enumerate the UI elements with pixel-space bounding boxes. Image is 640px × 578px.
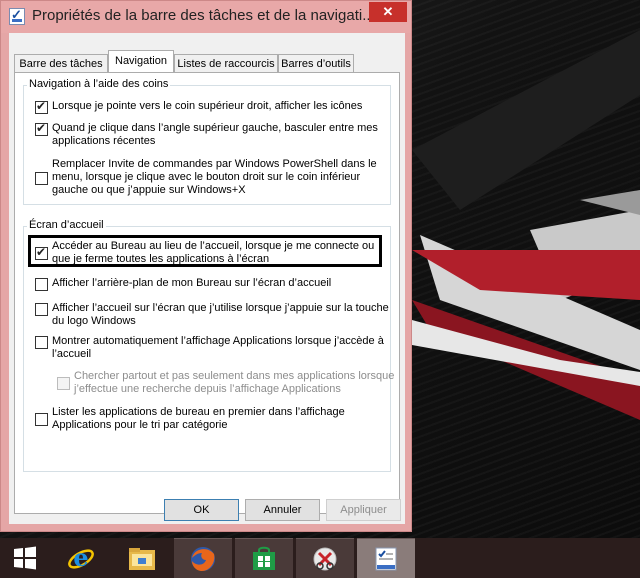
snipping-tool-icon: [313, 547, 337, 570]
svg-text:e: e: [73, 543, 88, 572]
taskbar-firefox[interactable]: [174, 538, 232, 578]
start-button[interactable]: [0, 538, 50, 578]
properties-dialog: ✓ Propriétés de la barre des tâches et d…: [0, 0, 412, 532]
corner-navigation-label: Navigation à l’aide des coins: [27, 78, 171, 90]
taskbar-internet-explorer[interactable]: e: [52, 538, 110, 578]
window-title: Propriétés de la barre des tâches et de …: [32, 7, 375, 24]
checkbox[interactable]: [35, 278, 48, 291]
checkbox[interactable]: [35, 121, 48, 136]
tab-taskbar[interactable]: Barre des tâches: [14, 54, 108, 72]
option-label: Montrer automatiquement l’affichage Appl…: [52, 335, 384, 360]
start-screen-label: Écran d’accueil: [27, 219, 106, 231]
option-label: Afficher l’arrière-plan de mon Bureau su…: [52, 277, 332, 289]
taskbar-properties-icon: ✓: [9, 7, 25, 25]
internet-explorer-icon: e: [68, 543, 94, 572]
checkbox[interactable]: [35, 413, 48, 426]
checkbox[interactable]: [35, 303, 48, 316]
option-label: Chercher partout et pas seulement dans m…: [74, 370, 395, 395]
taskbar: e: [0, 538, 640, 578]
checkbox[interactable]: [35, 336, 48, 349]
taskbar-snipping-tool[interactable]: [296, 538, 354, 578]
dialog-client-area: Barre des tâches Navigation Listes de ra…: [9, 33, 405, 524]
title-bar[interactable]: ✓ Propriétés de la barre des tâches et d…: [1, 1, 411, 33]
windows-store-icon: [253, 546, 275, 570]
taskbar-windows-store[interactable]: [235, 538, 293, 578]
checkbox[interactable]: [35, 99, 48, 114]
option-label: Remplacer Invite de commandes par Window…: [52, 158, 377, 196]
checkbox-disabled: [57, 377, 70, 390]
option-label: Lister les applications de bureau en pre…: [52, 406, 345, 431]
taskbar-properties-icon: [375, 547, 397, 570]
windows-start-icon: [14, 546, 36, 570]
file-explorer-icon: [129, 548, 155, 570]
tab-jump-lists[interactable]: Listes de raccourcis: [174, 54, 278, 72]
navigation-tab-panel: Navigation à l’aide des coins Lorsque je…: [14, 72, 400, 514]
cancel-button[interactable]: Annuler: [245, 499, 320, 521]
apply-button[interactable]: Appliquer: [326, 499, 401, 521]
option-label: Quand je clique dans l’angle supérieur g…: [52, 122, 378, 147]
taskbar-properties-window[interactable]: [357, 538, 415, 578]
option-label: Lorsque je pointe vers le coin supérieur…: [52, 100, 363, 112]
highlight-rectangle: [28, 235, 382, 267]
taskbar-file-explorer[interactable]: [113, 538, 171, 578]
option-label: Afficher l’accueil sur l’écran que j’uti…: [52, 302, 389, 327]
tab-toolbars[interactable]: Barres d’outils: [278, 54, 354, 72]
checkbox[interactable]: [35, 172, 48, 185]
ok-button[interactable]: OK: [164, 499, 239, 521]
firefox-icon: [191, 546, 215, 571]
close-button[interactable]: ✕: [369, 2, 407, 22]
tab-navigation[interactable]: Navigation: [108, 50, 174, 72]
